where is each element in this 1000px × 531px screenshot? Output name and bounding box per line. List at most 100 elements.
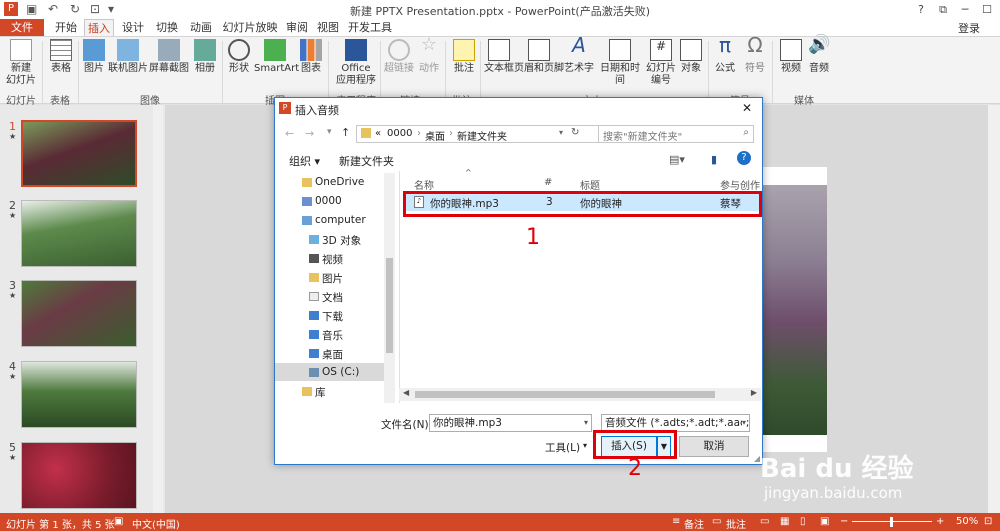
nav-computer[interactable]: computer — [302, 214, 366, 226]
refresh-icon[interactable]: ↻ — [571, 127, 579, 138]
path-overflow[interactable]: « — [375, 128, 381, 139]
file-list-scrollbar[interactable]: ◀ ▶ — [399, 388, 761, 401]
table-button[interactable]: 表格 — [46, 39, 76, 75]
comments-button[interactable]: 批注 — [726, 516, 746, 531]
tab-slideshow[interactable]: 幻灯片放映 — [220, 19, 280, 36]
address-bar[interactable]: « 0000 › 桌面 › 新建文件夹 ▾ ↻ — [356, 125, 607, 143]
online-pictures-button[interactable]: 联机图片 — [108, 39, 148, 75]
history-chevron-icon[interactable]: ▾ — [327, 127, 332, 137]
filename-input[interactable]: 你的眼神.mp3 ▾ — [429, 414, 592, 432]
nav-3d-objects[interactable]: 3D 对象 — [309, 233, 361, 248]
tab-insert[interactable]: 插入 — [84, 19, 114, 36]
column-number[interactable]: # — [544, 177, 552, 188]
date-time-button[interactable]: 日期和时间 — [596, 39, 644, 87]
column-title[interactable]: 标题 — [580, 177, 600, 192]
organize-menu[interactable]: 组织 ▾ — [289, 153, 320, 169]
breadcrumb-new-folder[interactable]: 新建文件夹 — [457, 128, 507, 143]
tab-design[interactable]: 设计 — [118, 19, 148, 36]
audio-button[interactable]: 🔊 音频 — [806, 36, 832, 75]
cancel-button[interactable]: 取消 — [679, 436, 749, 457]
photo-album-button[interactable]: 相册 — [192, 39, 218, 75]
preview-pane-icon[interactable]: ▮ — [711, 153, 717, 166]
nav-downloads[interactable]: 下载 — [309, 309, 343, 324]
login-link[interactable]: 登录 — [958, 20, 980, 36]
zoom-in-icon[interactable]: + — [936, 516, 944, 527]
nav-libraries[interactable]: 库 — [302, 385, 326, 400]
current-slide[interactable] — [755, 167, 827, 452]
search-input[interactable]: 搜索"新建文件夹" — [603, 128, 682, 143]
tools-menu[interactable]: 工具(L) — [545, 440, 580, 455]
tab-file[interactable]: 文件 — [0, 19, 44, 36]
breadcrumb-0000[interactable]: 0000 — [387, 128, 412, 139]
symbol-button[interactable]: Ω 符号 — [742, 35, 768, 75]
slide-thumbnail-1[interactable] — [21, 120, 137, 187]
nav-pictures[interactable]: 图片 — [309, 271, 343, 286]
nav-scrollbar[interactable] — [384, 173, 395, 403]
hyperlink-button[interactable]: 超链接 — [384, 39, 414, 75]
chart-button[interactable]: 图表 — [298, 39, 324, 75]
action-button[interactable]: ☆ 动作 — [416, 36, 442, 75]
maximize-button[interactable]: ☐ — [976, 0, 998, 19]
language-indicator[interactable]: 中文(中国) — [132, 516, 180, 531]
wordart-button[interactable]: A 艺术字 — [564, 35, 594, 75]
slideshow-view-icon[interactable]: ▣ — [820, 516, 829, 527]
nav-videos[interactable]: 视频 — [309, 252, 343, 267]
nav-scroll-thumb[interactable] — [386, 258, 393, 353]
tools-dropdown-icon[interactable]: ▾ — [583, 441, 587, 450]
back-arrow-icon[interactable]: ← — [285, 127, 294, 140]
search-box[interactable]: 搜索"新建文件夹" ⌕ — [598, 125, 754, 143]
view-options-icon[interactable]: ▤▾ — [669, 153, 685, 166]
tab-review[interactable]: 审阅 — [284, 19, 310, 36]
slide-thumbnail-2[interactable] — [21, 200, 137, 267]
column-name[interactable]: 名称 — [414, 177, 434, 192]
nav-documents[interactable]: 文档 — [309, 290, 343, 305]
office-apps-button[interactable]: Office 应用程序 — [334, 39, 378, 87]
reading-view-icon[interactable]: ▯ — [800, 516, 806, 527]
help-icon[interactable]: ? — [737, 151, 751, 165]
filename-dropdown-icon[interactable]: ▾ — [584, 415, 588, 431]
normal-view-icon[interactable]: ▭ — [760, 516, 769, 527]
slide-thumbnail-3[interactable] — [21, 280, 137, 347]
tab-animations[interactable]: 动画 — [186, 19, 216, 36]
help-button[interactable]: ? — [910, 0, 932, 19]
horizontal-scroll-thumb[interactable] — [415, 391, 715, 398]
nav-music[interactable]: 音乐 — [309, 328, 343, 343]
header-footer-button[interactable]: 页眉和页脚 — [514, 39, 564, 75]
fit-to-window-icon[interactable]: ⊡ — [984, 516, 992, 527]
zoom-level[interactable]: 50% — [956, 516, 978, 527]
up-arrow-icon[interactable]: ↑ — [341, 126, 350, 139]
new-slide-button[interactable]: 新建 幻灯片 — [4, 39, 38, 87]
tab-home[interactable]: 开始 — [50, 19, 82, 36]
zoom-slider-thumb[interactable] — [890, 517, 893, 527]
video-button[interactable]: 视频 — [778, 39, 804, 75]
tab-transitions[interactable]: 切换 — [152, 19, 182, 36]
tab-developer[interactable]: 开发工具 — [348, 19, 392, 36]
zoom-out-icon[interactable]: − — [840, 516, 848, 527]
file-type-dropdown-icon[interactable]: ▾ — [741, 415, 746, 431]
nav-os-c[interactable]: OS (C:) — [309, 366, 359, 378]
slide-sorter-icon[interactable]: ▦ — [780, 516, 789, 527]
textbox-button[interactable]: 文本框 — [484, 39, 514, 75]
address-dropdown-icon[interactable]: ▾ — [559, 128, 563, 137]
nav-onedrive[interactable]: OneDrive — [302, 176, 364, 188]
ribbon-display-options-button[interactable]: ⧉ — [932, 0, 954, 19]
notes-button[interactable]: 备注 — [684, 516, 704, 531]
smartart-button[interactable]: SmartArt — [254, 39, 299, 75]
dialog-close-button[interactable]: ✕ — [742, 101, 752, 115]
shapes-button[interactable]: 形状 — [226, 39, 252, 75]
scroll-right-icon[interactable]: ▶ — [751, 388, 757, 397]
object-button[interactable]: 对象 — [678, 39, 704, 75]
equation-button[interactable]: π 公式 — [712, 35, 738, 75]
tab-view[interactable]: 视图 — [314, 19, 342, 36]
minimize-button[interactable]: ─ — [954, 0, 976, 19]
breadcrumb-desktop[interactable]: 桌面 — [425, 128, 445, 143]
comment-button[interactable]: 批注 — [450, 39, 478, 75]
forward-arrow-icon[interactable]: → — [305, 127, 314, 140]
slide-thumbnail-4[interactable] — [21, 361, 137, 428]
spellcheck-icon[interactable]: ▣ — [114, 516, 123, 527]
screenshot-button[interactable]: 屏幕截图 — [148, 39, 190, 75]
slide-number-button[interactable]: # 幻灯片 编号 — [646, 39, 676, 87]
thumbnail-scrollbar[interactable] — [153, 105, 163, 513]
nav-user-0000[interactable]: 0000 — [302, 195, 342, 207]
slide-thumbnail-5[interactable] — [21, 442, 137, 509]
